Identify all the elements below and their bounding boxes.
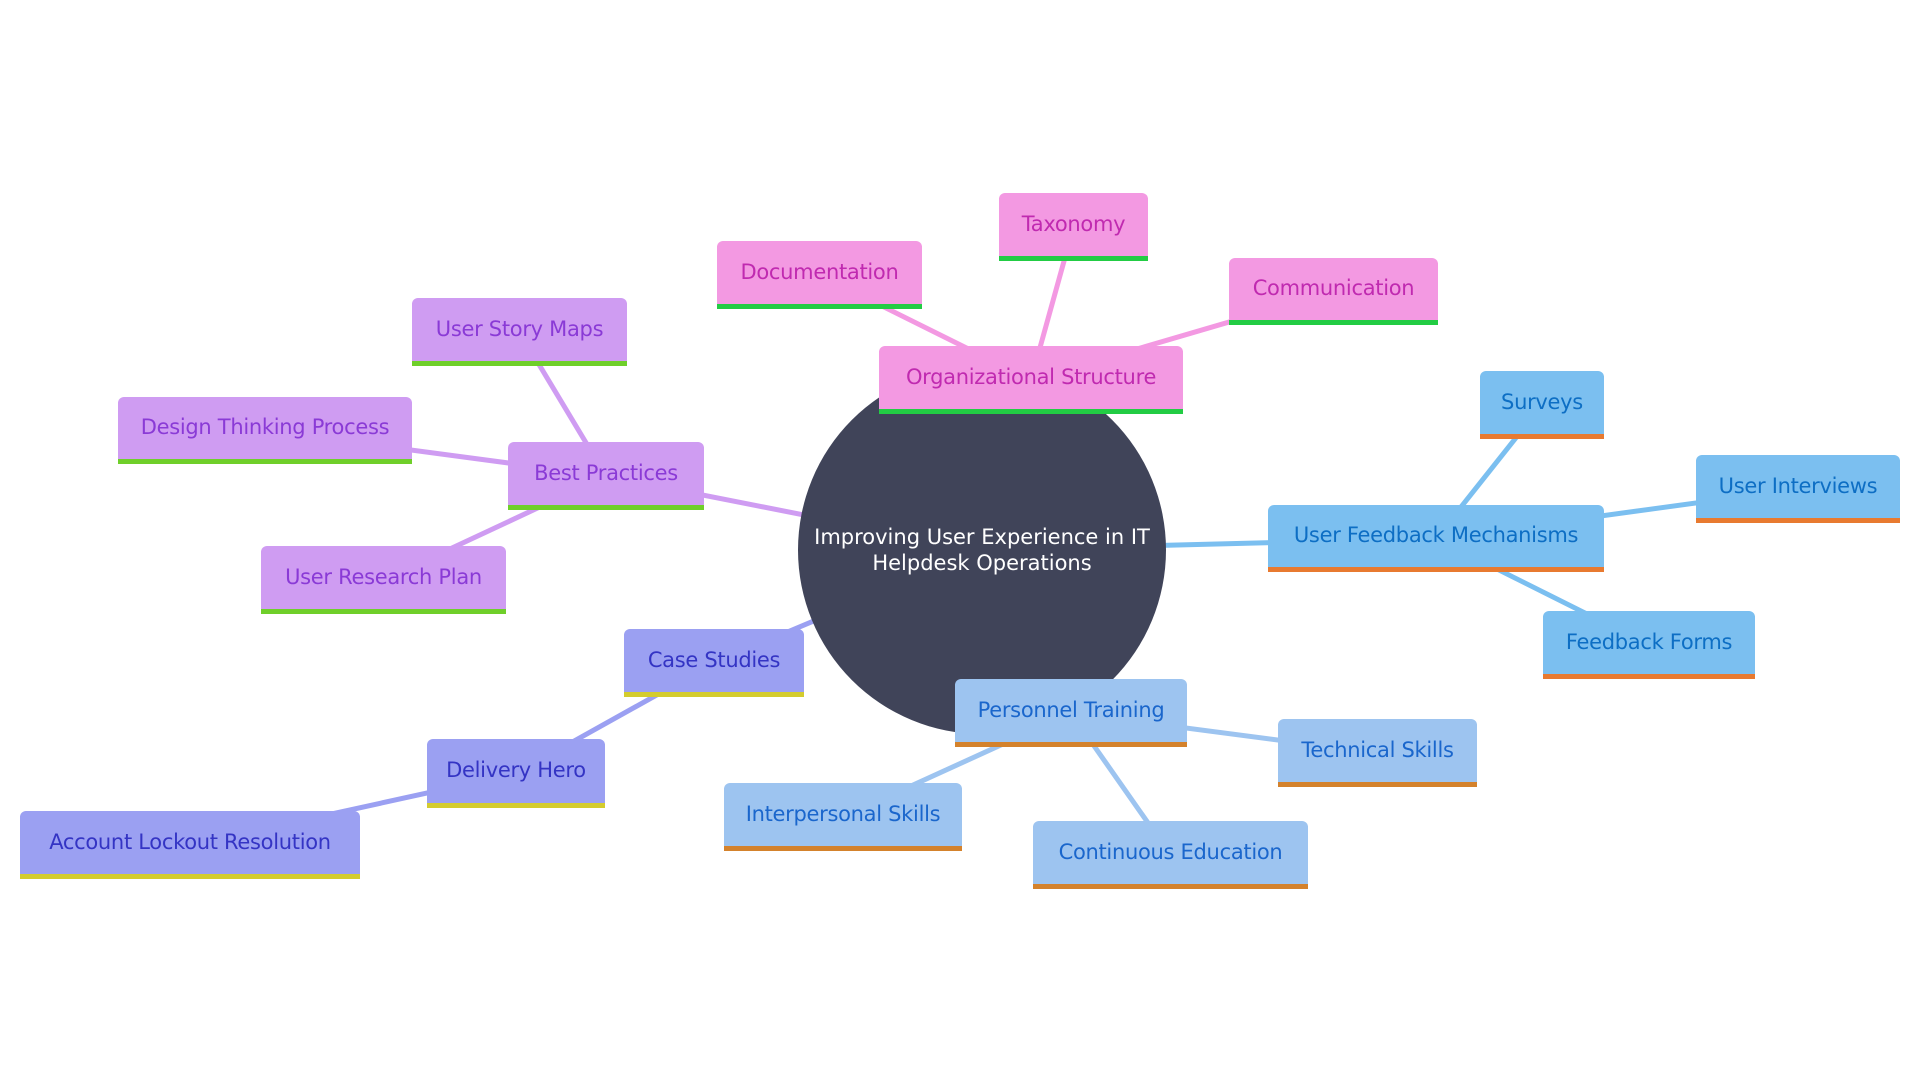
node-communication[interactable]: Communication (1229, 258, 1438, 325)
node-label: Continuous Education (1058, 839, 1283, 864)
node-label: User Research Plan (285, 564, 482, 589)
node-user-interviews[interactable]: User Interviews (1696, 455, 1900, 523)
node-label: Feedback Forms (1565, 629, 1733, 654)
node-case-studies[interactable]: Case Studies (624, 629, 804, 697)
node-label: Taxonomy (1021, 211, 1126, 236)
node-label: Design Thinking Process (140, 415, 390, 439)
node-user-story-maps[interactable]: User Story Maps (412, 298, 627, 366)
node-label: Personnel Training (977, 697, 1165, 722)
node-label: Account Lockout Resolution (49, 829, 331, 854)
node-label: User Interviews (1718, 473, 1878, 498)
node-surveys[interactable]: Surveys (1480, 371, 1604, 439)
node-label: Technical Skills (1301, 737, 1454, 762)
node-technical-skills[interactable]: Technical Skills (1278, 719, 1477, 787)
node-label: Communication (1252, 276, 1415, 300)
node-documentation[interactable]: Documentation (717, 241, 922, 309)
node-label: Documentation (740, 259, 899, 284)
node-user-research-plan[interactable]: User Research Plan (261, 546, 506, 614)
node-account-lockout-resolution[interactable]: Account Lockout Resolution (20, 811, 360, 879)
node-label: User Story Maps (435, 316, 604, 341)
node-label: Case Studies (647, 647, 781, 672)
node-continuous-education[interactable]: Continuous Education (1033, 821, 1308, 889)
node-design-thinking-process[interactable]: Design Thinking Process (118, 397, 412, 464)
node-taxonomy[interactable]: Taxonomy (999, 193, 1148, 261)
node-user-feedback-mechanisms[interactable]: User Feedback Mechanisms (1268, 505, 1604, 572)
node-label: Best Practices (534, 460, 678, 485)
node-feedback-forms[interactable]: Feedback Forms (1543, 611, 1755, 679)
node-label: Surveys (1501, 389, 1583, 414)
node-label: Delivery Hero (446, 758, 586, 782)
node-label: Organizational Structure (905, 364, 1157, 389)
node-label: User Feedback Mechanisms (1293, 523, 1579, 547)
node-personnel-training[interactable]: Personnel Training (955, 679, 1187, 747)
node-organizational-structure[interactable]: Organizational Structure (879, 346, 1183, 414)
root-node-label: Improving User Experience in IT Helpdesk… (814, 525, 1150, 575)
node-delivery-hero[interactable]: Delivery Hero (427, 739, 605, 808)
node-label: Interpersonal Skills (745, 801, 941, 826)
node-interpersonal-skills[interactable]: Interpersonal Skills (724, 783, 962, 851)
node-best-practices[interactable]: Best Practices (508, 442, 704, 510)
